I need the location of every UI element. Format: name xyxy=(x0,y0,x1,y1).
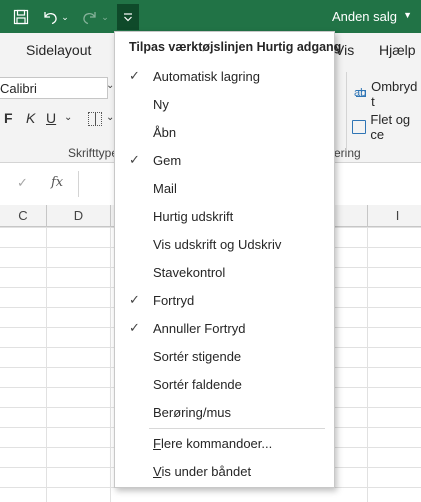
menu-item-autosave[interactable]: ✓ Automatisk lagring xyxy=(115,63,334,91)
title-bar: ⌄ ⌄ Anden salg ▼ xyxy=(0,0,421,33)
customize-qat-button[interactable] xyxy=(117,4,139,30)
checkmark-icon: ✓ xyxy=(129,320,140,335)
menu-item-save[interactable]: ✓ Gem xyxy=(115,147,334,175)
customize-qat-menu: Tilpas værktøjslinjen Hurtig adgang ✓ Au… xyxy=(114,31,341,488)
alignment-group-label: ering xyxy=(334,146,361,160)
menu-title: Tilpas værktøjslinjen Hurtig adgang xyxy=(129,40,342,54)
menu-item-open[interactable]: Åbn xyxy=(115,119,334,147)
gridline xyxy=(110,227,111,502)
italic-button[interactable]: K xyxy=(26,110,35,126)
customize-qat-icon xyxy=(124,13,132,22)
document-title[interactable]: Anden salg xyxy=(332,9,397,24)
save-button[interactable] xyxy=(10,5,32,29)
tab-page-layout[interactable]: Sidelayout xyxy=(26,42,91,58)
undo-button[interactable] xyxy=(40,5,60,29)
column-header-i[interactable]: I xyxy=(368,205,421,227)
menu-item-sort-descending[interactable]: Sortér faldende xyxy=(115,371,334,399)
checkmark-icon: ✓ xyxy=(129,68,140,83)
menu-item-touch-mouse[interactable]: Berøring/mus xyxy=(115,399,334,427)
gridline xyxy=(46,227,47,502)
underline-button[interactable]: U xyxy=(46,110,56,126)
tab-help[interactable]: Hjælp xyxy=(379,42,416,58)
enter-icon[interactable]: ✓ xyxy=(17,175,28,191)
wrap-text-label: Ombryd t xyxy=(371,79,418,109)
redo-icon xyxy=(83,12,96,25)
chevron-down-icon[interactable]: ▼ xyxy=(403,10,412,20)
merge-center-button[interactable]: Flet og ce xyxy=(352,112,421,142)
menu-item-new[interactable]: Ny xyxy=(115,91,334,119)
insert-function-icon[interactable]: fx xyxy=(51,175,63,190)
font-group-label: Skrifttype xyxy=(68,146,119,160)
chevron-down-icon: ⌄ xyxy=(61,11,69,22)
wrap-text-icon: ab xyxy=(354,87,367,99)
menu-item-more-commands[interactable]: Flere kommandoer... xyxy=(115,430,334,458)
undo-icon xyxy=(44,12,57,25)
menu-item-sort-ascending[interactable]: Sortér stigende xyxy=(115,343,334,371)
menu-separator xyxy=(149,428,325,429)
undo-dropdown[interactable]: ⌄ xyxy=(60,5,70,29)
redo-button[interactable] xyxy=(80,5,100,29)
menu-item-quick-print[interactable]: Hurtig udskrift xyxy=(115,203,334,231)
column-header-c[interactable]: C xyxy=(0,205,47,227)
borders-icon xyxy=(95,113,96,125)
wrap-text-button[interactable]: ab Ombryd t xyxy=(354,79,421,109)
checkmark-icon: ✓ xyxy=(129,292,140,307)
checkmark-icon: ✓ xyxy=(129,152,140,167)
font-name-box[interactable]: Calibri xyxy=(0,77,108,99)
gridline xyxy=(367,227,368,502)
group-divider xyxy=(346,72,347,150)
menu-item-spelling[interactable]: Stavekontrol xyxy=(115,259,334,287)
merge-icon xyxy=(352,120,367,134)
chevron-down-icon[interactable]: ⌄ xyxy=(64,112,72,123)
borders-button[interactable] xyxy=(88,112,102,126)
menu-item-mail[interactable]: Mail xyxy=(115,175,334,203)
merge-center-label: Flet og ce xyxy=(370,112,411,142)
redo-dropdown[interactable]: ⌄ xyxy=(100,5,110,29)
chevron-down-icon: ⌄ xyxy=(101,11,109,22)
menu-item-redo[interactable]: ✓ Annuller Fortryd xyxy=(115,315,334,343)
bold-button[interactable]: F xyxy=(4,110,13,126)
menu-item-show-below-ribbon[interactable]: Vis under båndet xyxy=(115,458,334,486)
save-icon xyxy=(13,9,29,25)
menu-item-undo[interactable]: ✓ Fortryd xyxy=(115,287,334,315)
menu-item-print-preview[interactable]: Vis udskrift og Udskriv xyxy=(115,231,334,259)
column-header-d[interactable]: D xyxy=(47,205,111,227)
